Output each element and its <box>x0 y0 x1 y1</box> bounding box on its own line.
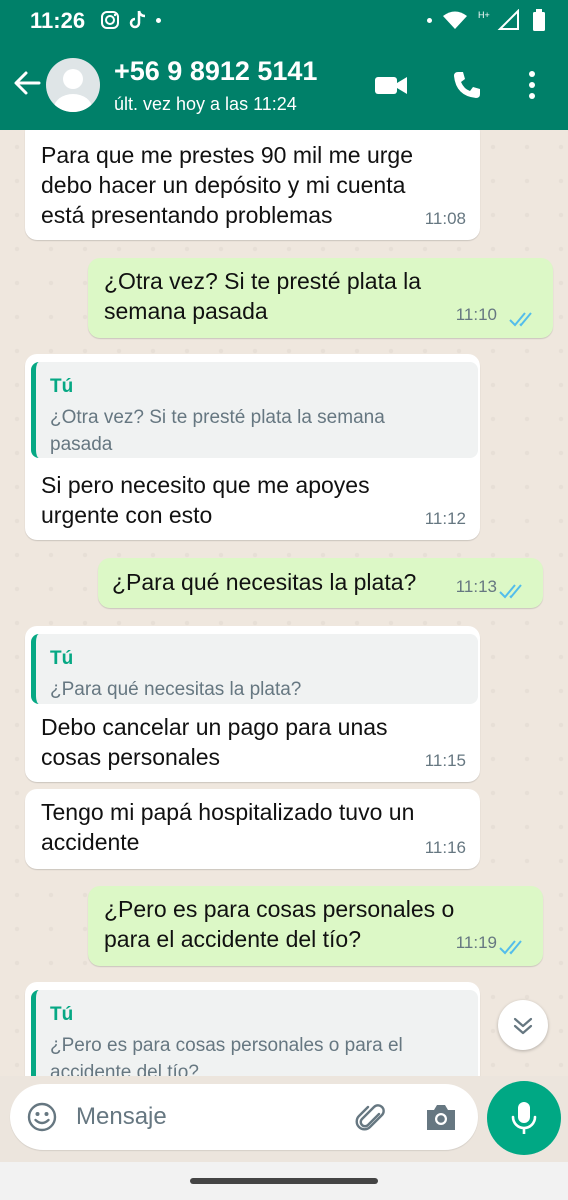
quote-text: ¿Otra vez? Si te presté plata la semana … <box>50 407 385 455</box>
default-avatar-icon <box>54 69 92 112</box>
message-input[interactable]: Mensaje <box>10 1084 478 1150</box>
message-text: Si pero necesito que me apoyes urgente c… <box>41 472 370 528</box>
home-gesture-handle[interactable] <box>190 1178 378 1184</box>
message-bubble-incoming[interactable]: Tú ¿Para qué necesitas la plata? Debo ca… <box>25 626 480 782</box>
double-check-icon <box>499 584 522 599</box>
quote-author: Tú <box>50 376 74 397</box>
quote-author: Tú <box>50 648 74 669</box>
scroll-to-bottom-button[interactable] <box>498 1000 548 1050</box>
message-text: Debo cancelar un pago para unas cosas pe… <box>41 714 388 770</box>
message-bubble-incoming[interactable]: Tengo mi papá hospitalizado tuvo un acci… <box>25 789 480 869</box>
emoji-icon[interactable] <box>26 1101 58 1133</box>
more-options-icon[interactable] <box>526 70 538 100</box>
quote-text: ¿Para qué necesitas la plata? <box>50 679 302 700</box>
message-time: 11:19 <box>455 933 497 952</box>
voice-record-button[interactable] <box>487 1081 561 1155</box>
composer-bar: Mensaje <box>0 1076 568 1162</box>
message-time: 11:16 <box>424 838 466 857</box>
message-text: ¿Para qué necesitas la plata? <box>112 569 417 595</box>
svg-text:H+: H+ <box>478 10 490 20</box>
tiktok-icon <box>129 10 146 29</box>
last-seen-status: últ. vez hoy a las 11:24 <box>114 94 297 114</box>
quoted-message[interactable]: Tú ¿Para qué necesitas la plata? <box>31 634 478 704</box>
signal-icon: H+ <box>478 9 519 30</box>
instagram-icon <box>101 11 119 29</box>
avatar[interactable] <box>46 58 100 112</box>
chat-area[interactable]: Para que me prestes 90 mil me urge debo … <box>0 130 568 1076</box>
video-call-icon[interactable] <box>374 70 408 100</box>
back-arrow-icon[interactable] <box>12 68 42 98</box>
status-time: 11:26 <box>30 8 86 33</box>
system-navigation-bar <box>0 1162 568 1200</box>
chat-header: +56 9 8912 5141 últ. vez hoy a las 11:24 <box>0 42 568 130</box>
quote-text: ¿Pero es para cosas personales o para el… <box>50 1035 403 1076</box>
camera-icon[interactable] <box>424 1102 458 1132</box>
notification-dot-icon <box>427 17 432 23</box>
message-text: ¿Pero es para cosas personales o para el… <box>104 896 455 952</box>
double-check-icon <box>509 312 532 327</box>
contact-name[interactable]: +56 9 8912 5141 <box>114 56 317 87</box>
message-time: 11:10 <box>455 305 497 324</box>
quoted-message[interactable]: Tú ¿Otra vez? Si te presté plata la sema… <box>31 362 478 458</box>
quoted-message[interactable]: Tú ¿Pero es para cosas personales o para… <box>31 990 478 1076</box>
message-bubble-incoming[interactable]: Para que me prestes 90 mil me urge debo … <box>25 130 480 240</box>
attach-icon[interactable] <box>354 1100 388 1134</box>
notification-dot-icon <box>156 17 161 23</box>
message-text: Para que me prestes 90 mil me urge debo … <box>41 142 414 228</box>
message-time: 11:15 <box>424 751 466 770</box>
message-bubble-outgoing[interactable]: ¿Otra vez? Si te presté plata la semana … <box>88 258 553 338</box>
message-bubble-incoming[interactable]: Tú ¿Otra vez? Si te presté plata la sema… <box>25 354 480 540</box>
phone-icon[interactable] <box>452 70 482 100</box>
wifi-icon <box>443 11 467 29</box>
message-bubble-incoming[interactable]: Tú ¿Pero es para cosas personales o para… <box>25 982 480 1076</box>
mic-icon <box>511 1102 537 1134</box>
message-time: 11:13 <box>455 577 497 596</box>
message-text: ¿Otra vez? Si te presté plata la semana … <box>104 268 422 324</box>
message-text: Tengo mi papá hospitalizado tuvo un acci… <box>41 799 415 855</box>
message-input-placeholder: Mensaje <box>76 1103 167 1130</box>
status-bar: 11:26 H+ <box>0 0 568 42</box>
battery-icon <box>533 9 545 31</box>
message-bubble-outgoing[interactable]: ¿Para qué necesitas la plata? 11:13 <box>98 558 543 608</box>
message-time: 11:08 <box>424 209 466 228</box>
double-check-icon <box>499 940 522 955</box>
chevrons-down-icon <box>513 1017 533 1035</box>
message-time: 11:12 <box>424 509 466 528</box>
quote-author: Tú <box>50 1004 74 1025</box>
message-bubble-outgoing[interactable]: ¿Pero es para cosas personales o para el… <box>88 886 543 966</box>
